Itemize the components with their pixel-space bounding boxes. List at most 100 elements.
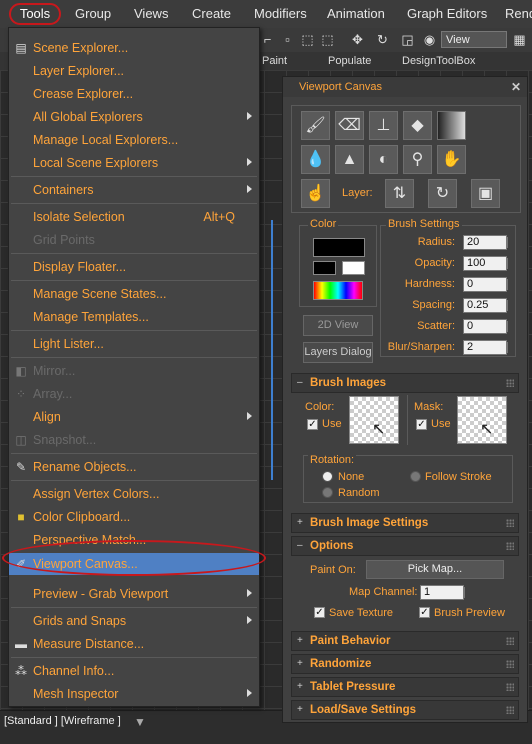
eraser-icon[interactable]: ⌫ [335,111,364,140]
menu-item-display-floater[interactable]: Display Floater... [9,256,259,278]
sharpen-icon[interactable]: ▲ [335,145,364,174]
add-layer-icon[interactable]: ⇅ [385,179,414,208]
menu-item-array[interactable]: ⁘ Array... [9,383,259,405]
select-region-icon[interactable]: ▫ [280,32,295,47]
menu-modifiers[interactable]: Modifiers [254,6,307,21]
menu-graph-editors[interactable]: Graph Editors [407,6,487,21]
menu-item-assign-vertex-colors[interactable]: Assign Vertex Colors... [9,483,259,505]
layers-dialog-button[interactable]: Layers Dialog [303,342,373,363]
submenu-arrow-icon [247,412,252,420]
filter-icon[interactable]: ▼ [134,715,146,729]
brush-preview-checkbox[interactable]: ✓ [419,607,430,618]
spacing-spinner[interactable]: 0.25 [463,298,508,313]
menu-item-rename-objects[interactable]: ✎ Rename Objects... [9,456,259,478]
rotation-follow-stroke-radio[interactable] [410,471,421,482]
clone-stamp-icon[interactable]: ⊥ [369,111,398,140]
brush-images-rollout[interactable]: – Brush Images [291,373,519,393]
map-channel-spinner[interactable]: 1 [420,585,465,600]
tab-designtoolbox[interactable]: DesignToolBox [402,55,475,67]
blur-icon[interactable]: 💧 [301,145,330,174]
panel-title-bar[interactable]: Viewport Canvas ✕ [283,77,527,97]
menu-item-manage-scene-states[interactable]: Manage Scene States... [9,283,259,305]
viewport-label[interactable]: [Standard ] [Wireframe ] [4,715,121,727]
pointer-hand-icon[interactable]: ☝ [301,179,330,208]
menu-group[interactable]: Group [75,6,111,21]
blur-sharpen-spinner[interactable]: 2 [463,340,508,355]
menu-item-isolate-selection[interactable]: Isolate Selection Alt+Q [9,206,259,228]
tab-paint[interactable]: Paint [262,55,287,67]
menu-animation[interactable]: Animation [327,6,385,21]
submenu-arrow-icon [247,616,252,624]
paint-brush-icon[interactable]: 🖌 [301,111,330,140]
save-texture-checkbox[interactable]: ✓ [314,607,325,618]
menu-item-channel-info[interactable]: ⁂ Channel Info... [9,660,259,682]
rect-select-icon[interactable]: ⬚ [300,32,315,47]
contrast-icon[interactable]: ◐ [369,145,398,174]
menu-item-layer-explorer[interactable]: Layer Explorer... [9,60,259,82]
menu-item-align[interactable]: Align [9,406,259,428]
background-color-swatch[interactable] [342,261,365,275]
menu-item-light-lister[interactable]: Light Lister... [9,333,259,355]
close-icon[interactable]: ✕ [511,80,521,94]
menu-item-local-scene-explorers[interactable]: Local Scene Explorers [9,152,259,174]
color-palette-icon[interactable] [313,281,363,300]
menu-item-manage-templates[interactable]: Manage Templates... [9,306,259,328]
rollout-title: Options [310,540,354,552]
active-color-swatch[interactable] [313,238,365,257]
brush-color-use-checkbox[interactable]: ✓ [307,419,318,430]
hardness-spinner[interactable]: 0 [463,277,508,292]
menu-separator [11,203,257,204]
menu-views[interactable]: Views [134,6,168,21]
tablet-pressure-rollout[interactable]: + Tablet Pressure [291,677,519,697]
menu-item-grids-and-snaps[interactable]: Grids and Snaps [9,610,259,632]
radius-spinner[interactable]: 20 [463,235,508,250]
color-clipboard-icon: ■ [17,510,25,524]
menu-item-measure-distance[interactable]: ▬ Measure Distance... [9,633,259,655]
menu-item-preview-grab-viewport[interactable]: Preview - Grab Viewport [9,583,259,605]
viewport-active-border [271,220,273,480]
menu-item-manage-local-explorers[interactable]: Manage Local Explorers... [9,129,259,151]
save-layer-icon[interactable]: ▣ [471,179,500,208]
reference-coordinate-select[interactable]: View [441,31,507,48]
opacity-spinner[interactable]: 100 [463,256,508,271]
menu-tools[interactable]: Tools [9,3,61,25]
menu-item-all-global-explorers[interactable]: All Global Explorers [9,106,259,128]
menu-create[interactable]: Create [192,6,231,21]
foreground-color-swatch[interactable] [313,261,336,275]
menu-separator [11,607,257,608]
pick-map-button[interactable]: Pick Map... [366,560,504,579]
gradient-icon[interactable] [437,111,466,140]
window-crossing-icon[interactable]: ⬚ [320,32,335,47]
tab-populate[interactable]: Populate [328,55,371,67]
menu-item-snapshot[interactable]: ◫ Snapshot... [9,429,259,451]
brush-image-settings-rollout[interactable]: + Brush Image Settings [291,513,519,533]
menu-item-color-clipboard[interactable]: ■ Color Clipboard... [9,506,259,528]
menu-item-mesh-inspector[interactable]: Mesh Inspector [9,683,259,705]
move-icon[interactable]: ✥ [350,32,365,47]
scale-icon[interactable]: ◲ [400,32,415,47]
cursor-icon: ↖ [372,421,386,438]
menu-item-mirror[interactable]: ◧ Mirror... [9,360,259,382]
rotation-random-radio[interactable] [322,487,333,498]
smudge-icon[interactable]: ✋ [437,145,466,174]
randomize-rollout[interactable]: + Randomize [291,654,519,674]
menu-rendering[interactable]: Rend [505,6,532,21]
brush-mask-use-checkbox[interactable]: ✓ [416,419,427,430]
refresh-layer-icon[interactable]: ↻ [428,179,457,208]
menu-item-grid-points[interactable]: Grid Points [9,229,259,251]
select-icon[interactable]: ⌐ [260,32,275,47]
rotate-icon[interactable]: ↻ [375,32,390,47]
menu-item-scene-explorer[interactable]: ▤ Scene Explorer... [9,37,259,59]
rotation-none-radio[interactable] [322,471,333,482]
menu-item-crease-explorer[interactable]: Crease Explorer... [9,83,259,105]
paint-behavior-rollout[interactable]: + Paint Behavior [291,631,519,651]
place-icon[interactable]: ◉ [422,32,437,47]
fill-icon[interactable]: ◆ [403,111,432,140]
menu-item-containers[interactable]: Containers [9,179,259,201]
options-rollout[interactable]: – Options [291,536,519,556]
scatter-spinner[interactable]: 0 [463,319,508,334]
dodge-burn-icon[interactable]: ⚲ [403,145,432,174]
2d-view-button[interactable]: 2D View [303,315,373,336]
pivot-icon[interactable]: ▦ [512,32,527,47]
load-save-settings-rollout[interactable]: + Load/Save Settings [291,700,519,720]
